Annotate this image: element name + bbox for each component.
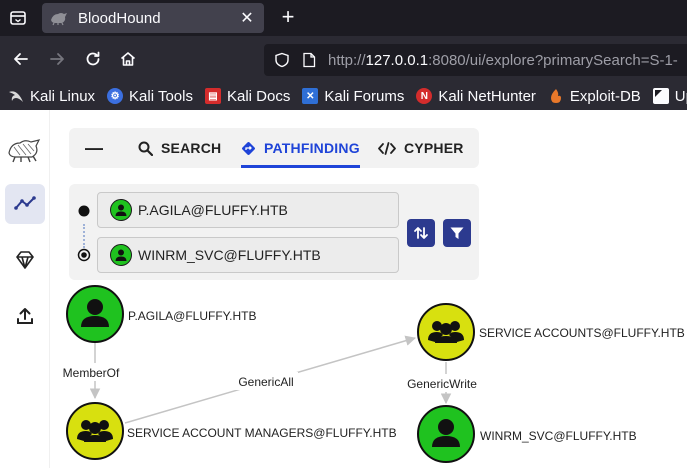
node-label: WINRM_SVC@FLUFFY.HTB <box>480 429 637 443</box>
kali-tools-icon: ⚙ <box>107 88 124 104</box>
edge-genericall[interactable] <box>124 335 417 424</box>
edge-labels: MemberOf GenericAll GenericWrite <box>59 363 482 392</box>
nav-group-management[interactable] <box>5 240 45 280</box>
tab-search[interactable]: SEARCH <box>138 128 221 168</box>
start-node-marker-icon <box>78 205 90 217</box>
bookmark-label: Kali Forums <box>324 87 405 105</box>
end-node-input[interactable]: WINRM_SVC@FLUFFY.HTB <box>97 237 399 273</box>
search-icon <box>138 141 153 156</box>
edge-label-memberof: MemberOf <box>63 366 120 380</box>
node-label: SERVICE ACCOUNT MANAGERS@FLUFFY.HTB <box>127 426 397 440</box>
bookmark-kali-linux[interactable]: Kali Linux <box>8 88 95 105</box>
reload-button[interactable] <box>82 48 104 70</box>
address-bar[interactable]: http://127.0.0.1:8080/ui/explore?primary… <box>264 44 687 76</box>
page-info-icon[interactable] <box>302 52 316 68</box>
url-scheme: http:// <box>328 51 366 69</box>
bookmark-kali-docs[interactable]: ▤ Kali Docs <box>204 87 291 105</box>
bookmark-label: Kali NetHunter <box>438 87 536 105</box>
tab-close-icon[interactable]: ✕ <box>238 8 256 28</box>
code-icon <box>378 141 396 156</box>
home-button[interactable] <box>117 48 139 70</box>
update-icon <box>652 88 669 104</box>
filter-icon <box>450 227 464 239</box>
nav-upload[interactable] <box>5 296 45 336</box>
end-node-marker-icon <box>77 248 91 262</box>
node-label: P.AGILA@FLUFFY.HTB <box>128 309 256 323</box>
bookmark-kali-nethunter[interactable]: N Kali NetHunter <box>416 88 536 105</box>
left-nav <box>0 110 50 468</box>
graph-node-group[interactable]: SERVICE ACCOUNTS@FLUFFY.HTB <box>417 303 685 361</box>
back-button[interactable] <box>10 48 32 70</box>
bookmark-label: Kali Tools <box>129 87 193 105</box>
url-text[interactable]: http://127.0.0.1:8080/ui/explore?primary… <box>328 52 678 69</box>
exploit-db-icon <box>548 88 564 104</box>
bookmark-label: Exploit-DB <box>569 87 641 105</box>
group-icon <box>428 321 464 343</box>
back-arrow-icon <box>14 53 28 65</box>
tab-cypher-label: CYPHER <box>404 140 464 156</box>
user-icon <box>110 244 132 266</box>
upload-icon <box>17 308 33 324</box>
node-label: SERVICE ACCOUNTS@FLUFFY.HTB <box>479 326 685 340</box>
forward-arrow-icon <box>50 53 64 65</box>
nethunter-icon: N <box>416 88 433 104</box>
collapse-button[interactable]: — <box>85 128 103 168</box>
forward-button[interactable] <box>46 48 68 70</box>
browser-tab-bloodhound[interactable]: BloodHound ✕ <box>42 3 264 33</box>
url-path: :8080/ui/explore?primarySearch=S-1- <box>428 51 678 69</box>
edge-filter-button[interactable] <box>443 219 471 247</box>
end-node-value: WINRM_SVC@FLUFFY.HTB <box>138 247 321 263</box>
graph-node-group[interactable]: SERVICE ACCOUNT MANAGERS@FLUFFY.HTB <box>66 402 397 460</box>
graph-node-user[interactable]: WINRM_SVC@FLUFFY.HTB <box>417 405 637 463</box>
kali-forums-icon: ✕ <box>302 88 319 104</box>
bloodhound-logo-icon <box>8 139 41 163</box>
bookmarks-toolbar: Kali Linux ⚙ Kali Tools ▤ Kali Docs ✕ Ka… <box>0 82 687 110</box>
kali-dragon-icon <box>8 88 24 104</box>
explore-icon <box>14 196 36 210</box>
bookmark-label: Kali Docs <box>226 87 291 105</box>
edge-label-genericall: GenericAll <box>238 375 293 389</box>
browser-tab-bar: BloodHound ✕ + <box>0 0 687 36</box>
swap-nodes-button[interactable] <box>407 219 435 247</box>
nav-explore[interactable] <box>5 184 45 224</box>
shield-icon[interactable] <box>274 52 290 68</box>
graph-node-user[interactable]: P.AGILA@FLUFFY.HTB <box>66 285 256 343</box>
bloodhound-logo[interactable] <box>5 130 45 170</box>
new-tab-button[interactable]: + <box>276 6 300 30</box>
tab-pathfinding-label: PATHFINDING <box>264 140 360 156</box>
graph-edges <box>89 335 452 424</box>
bookmark-kali-forums[interactable]: ✕ Kali Forums <box>302 88 404 105</box>
pathfinding-panel: P.AGILA@FLUFFY.HTB WINRM_SVC@FLUFFY.HTB <box>69 184 479 280</box>
bookmark-update[interactable]: Updat <box>652 87 687 105</box>
route-diamond-icon <box>241 141 256 156</box>
tab-list-button[interactable] <box>6 6 30 30</box>
home-icon <box>120 52 136 66</box>
bookmark-label: Updat <box>674 87 687 105</box>
diamond-icon <box>16 251 34 269</box>
tab-cypher[interactable]: CYPHER <box>378 128 464 168</box>
kali-docs-icon: ▤ <box>204 88 221 104</box>
tab-pathfinding[interactable]: PATHFINDING <box>241 128 360 168</box>
bookmark-exploit-db[interactable]: Exploit-DB <box>548 88 641 105</box>
bookmark-label: Kali Linux <box>30 87 96 105</box>
path-connector <box>83 224 85 248</box>
tab-list-icon <box>10 11 26 25</box>
tab-search-label: SEARCH <box>161 140 222 156</box>
bookmark-kali-tools[interactable]: ⚙ Kali Tools <box>107 88 193 105</box>
reload-icon <box>86 51 100 66</box>
swap-icon <box>414 227 428 239</box>
bloodhound-favicon-icon <box>50 9 68 27</box>
edge-label-genericwrite: GenericWrite <box>407 377 477 391</box>
group-icon <box>77 420 113 442</box>
browser-nav-bar: http://127.0.0.1:8080/ui/explore?primary… <box>0 36 687 82</box>
tab-title: BloodHound <box>78 9 161 27</box>
start-node-input[interactable]: P.AGILA@FLUFFY.HTB <box>97 192 399 228</box>
url-host: 127.0.0.1 <box>365 51 429 69</box>
bloodhound-app: MemberOf GenericAll GenericWrite P.AGILA… <box>0 110 687 468</box>
start-node-value: P.AGILA@FLUFFY.HTB <box>138 202 288 218</box>
search-mode-tabs: — SEARCH PATHFINDING CYPHER <box>69 128 479 168</box>
user-icon <box>110 199 132 221</box>
